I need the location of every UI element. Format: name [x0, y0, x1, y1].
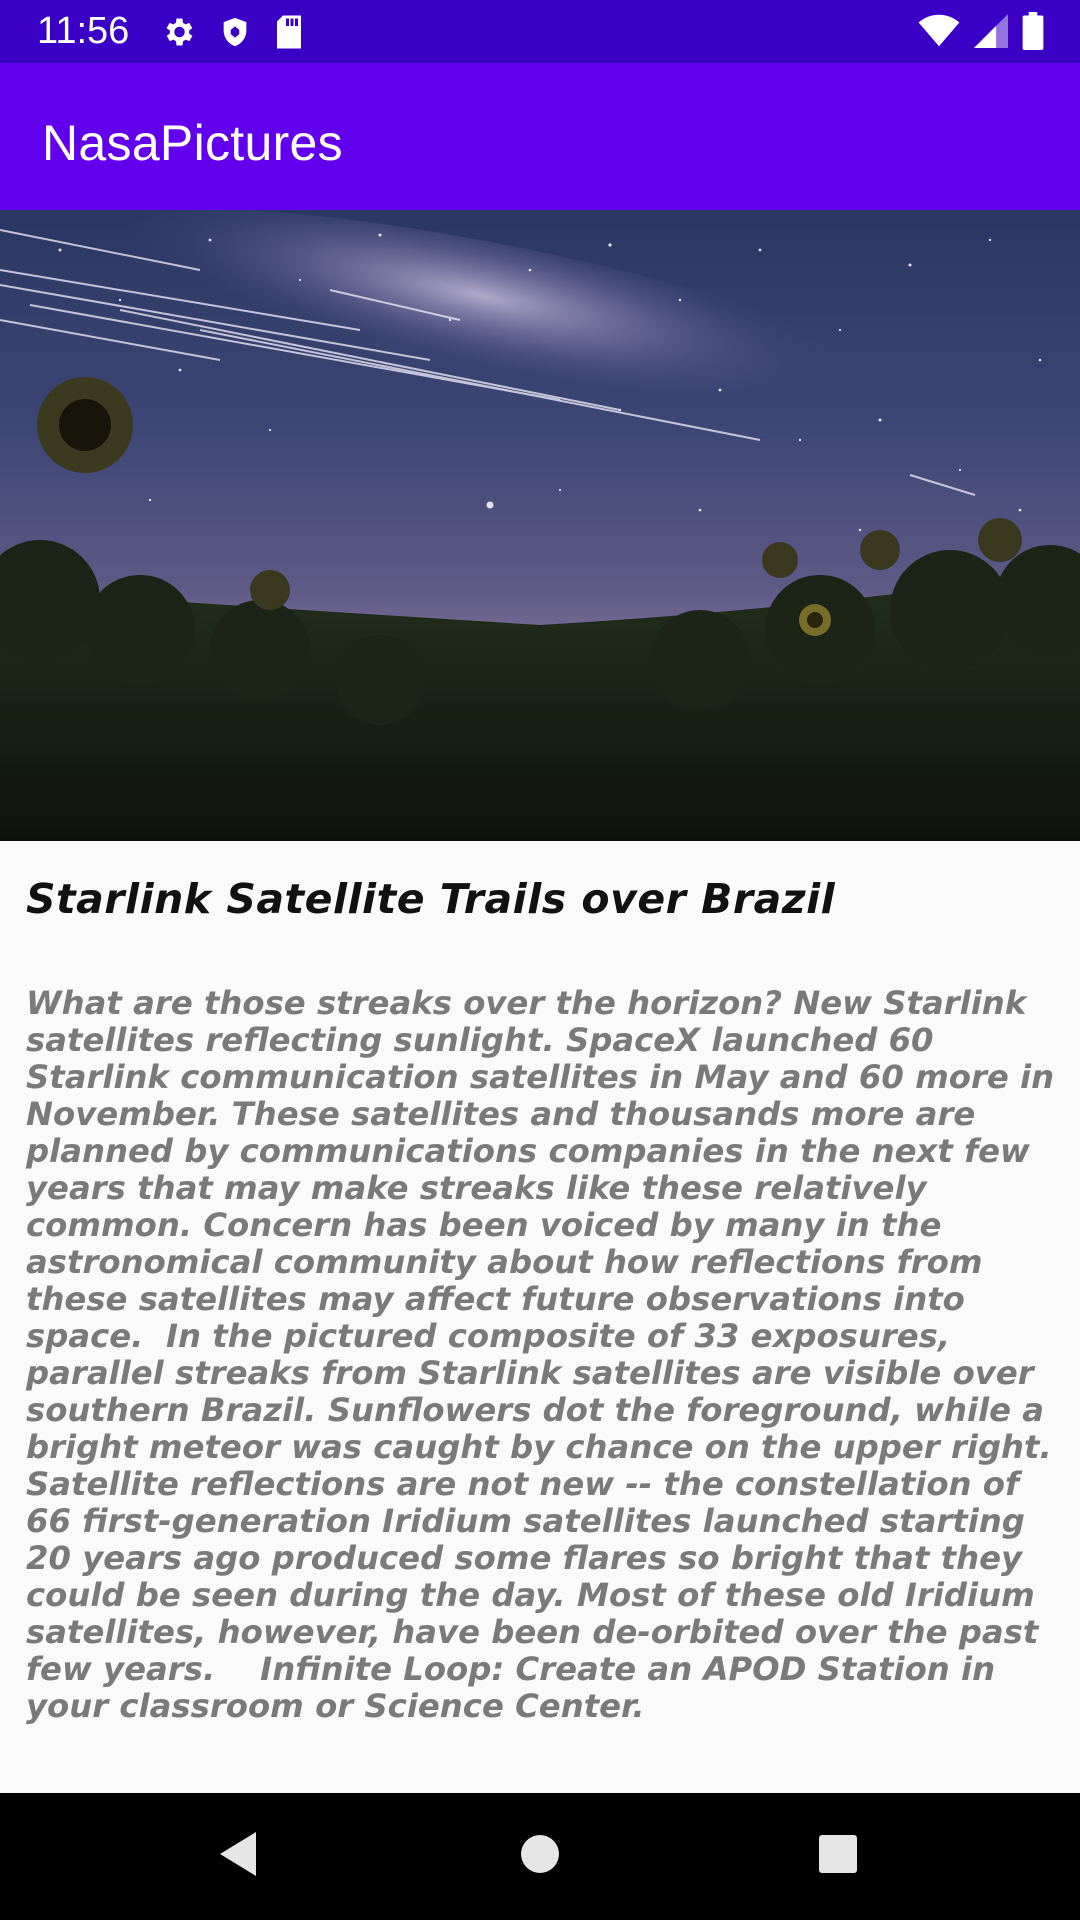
screen: 11:56 NasaPictures Starlink Satellite Tr…: [0, 0, 1080, 1920]
wifi-icon: [918, 14, 960, 48]
navigation-bar: [0, 1793, 1080, 1920]
status-icons-left: [160, 14, 304, 50]
status-bar: 11:56: [0, 0, 1080, 63]
article-content: Starlink Satellite Trails over Brazil Wh…: [0, 841, 1080, 1793]
hero-image: [0, 210, 1080, 841]
starry-sky-sunflowers-image: [0, 210, 1080, 841]
article-body: What are those streaks over the horizon?…: [26, 984, 1066, 1725]
status-time: 11:56: [37, 10, 130, 52]
cell-signal-icon: [974, 14, 1008, 48]
gear-icon: [160, 14, 196, 50]
status-icons-right: [918, 12, 1044, 50]
sd-card-icon: [274, 14, 304, 50]
article-title: Starlink Satellite Trails over Brazil: [26, 875, 836, 923]
back-icon[interactable]: [216, 1829, 260, 1883]
recents-icon[interactable]: [817, 1831, 859, 1881]
shield-icon: [218, 14, 252, 50]
app-title: NasaPictures: [42, 115, 343, 171]
home-icon[interactable]: [519, 1829, 561, 1883]
battery-icon: [1022, 12, 1044, 50]
app-bar: NasaPictures: [0, 63, 1080, 210]
